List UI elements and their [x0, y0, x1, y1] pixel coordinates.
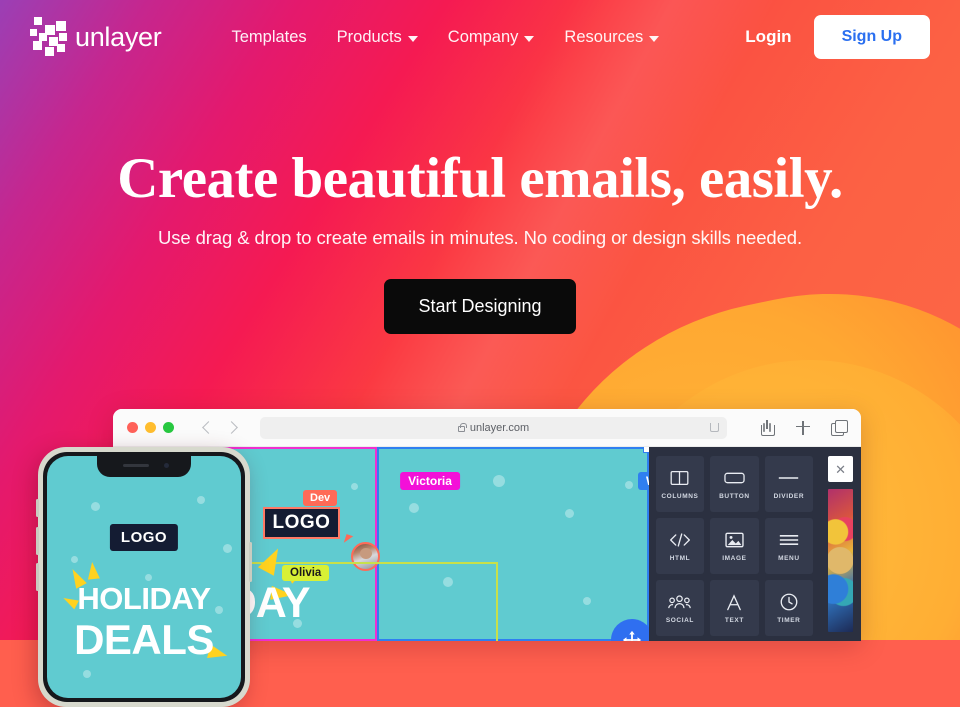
- plus-icon[interactable]: [795, 420, 811, 436]
- nav-label-templates: Templates: [231, 27, 307, 46]
- nav-item-resources[interactable]: Resources: [564, 27, 660, 47]
- tool-html[interactable]: HTML: [655, 518, 705, 574]
- tool-image[interactable]: IMAGE: [710, 518, 759, 574]
- tool-menu[interactable]: MENU: [764, 518, 814, 574]
- chevron-right-icon[interactable]: [225, 421, 238, 434]
- login-link[interactable]: Login: [745, 27, 791, 47]
- address-bar-url: unlayer.com: [469, 421, 530, 434]
- page-title: Create beautiful emails, easily.: [117, 147, 843, 210]
- close-icon[interactable]: ✕: [835, 463, 846, 476]
- phone-mockup: LOGO HOLIDAY DEALS: [36, 447, 252, 707]
- tool-label-social: SOCIAL: [665, 616, 694, 624]
- nav-label-company: Company: [447, 27, 519, 46]
- move-arrows-icon: [622, 630, 642, 641]
- button-icon: [724, 469, 745, 488]
- tool-text[interactable]: TEXT: [710, 580, 759, 636]
- unlayer-squares-logo-icon: [30, 17, 67, 57]
- search-field-wrapper[interactable]: ✕: [828, 456, 853, 482]
- tool-social[interactable]: SOCIAL: [655, 580, 705, 636]
- nav-item-products[interactable]: Products: [337, 28, 418, 47]
- canvas-logo-text: LOGO: [272, 512, 331, 533]
- browser-address-bar[interactable]: unlayer.com: [260, 416, 727, 439]
- address-bar-share-icon[interactable]: [710, 423, 719, 432]
- canvas-logo-block[interactable]: LOGO: [263, 507, 340, 539]
- editor-right-panel: ✕: [820, 447, 861, 641]
- tool-label-text: TEXT: [724, 616, 744, 624]
- tool-timer[interactable]: TIMER: [764, 580, 814, 636]
- chevron-down-icon: [524, 35, 535, 42]
- nav-label-resources: Resources: [564, 27, 644, 46]
- browser-navigation-arrows: [202, 421, 238, 434]
- chevron-down-icon: [649, 35, 660, 42]
- phone-logo-badge: LOGO: [109, 524, 179, 551]
- maximize-window-button[interactable]: [163, 422, 174, 433]
- tabs-icon[interactable]: [831, 419, 848, 436]
- tool-label-columns: COLUMNS: [661, 492, 699, 500]
- nav-item-templates[interactable]: Templates: [231, 28, 306, 47]
- editor-tools-panel: COLUMNS BUTTON DIVIDER HTML IMAGE MENU S…: [648, 447, 821, 641]
- lock-icon: [457, 422, 467, 432]
- brand-logo[interactable]: unlayer: [30, 17, 162, 57]
- tool-label-button: BUTTON: [719, 492, 750, 500]
- columns-icon: [670, 469, 689, 488]
- phone-speaker: [123, 464, 149, 467]
- chevron-down-icon: [407, 35, 418, 42]
- tool-label-divider: DIVIDER: [773, 492, 805, 500]
- clock-icon: [780, 593, 798, 612]
- primary-nav-links: Templates Products Company Resources: [231, 27, 660, 47]
- collaborator-tag-dev: Dev: [303, 490, 338, 506]
- divider-icon: [778, 469, 799, 488]
- sign-up-button[interactable]: Sign Up: [813, 15, 930, 59]
- phone-volume-up-button: [36, 527, 39, 555]
- collaborator-tag-william: William: [638, 472, 649, 490]
- phone-power-button: [249, 542, 252, 582]
- tool-columns[interactable]: COLUMNS: [655, 456, 705, 512]
- tool-label-html: HTML: [669, 554, 691, 562]
- tool-button[interactable]: BUTTON: [710, 456, 759, 512]
- phone-camera-icon: [164, 463, 169, 468]
- code-icon: [669, 531, 691, 550]
- phone-bezel: LOGO HOLIDAY DEALS: [43, 452, 245, 702]
- share-icon[interactable]: [759, 419, 775, 436]
- phone-ray-icon: [61, 593, 79, 610]
- phone-mute-button: [36, 499, 39, 517]
- hero-section: Create beautiful emails, easily. Use dra…: [0, 150, 960, 334]
- social-people-icon: [668, 593, 692, 612]
- window-controls: [127, 422, 174, 433]
- tool-label-image: IMAGE: [722, 554, 747, 562]
- start-designing-button[interactable]: Start Designing: [384, 279, 576, 334]
- collaborator-cursor-icon: [343, 534, 354, 545]
- nav-label-products: Products: [336, 27, 402, 46]
- collaborator-tag-victoria: Victoria: [400, 472, 460, 490]
- brand-name: unlayer: [75, 21, 162, 52]
- chevron-left-icon[interactable]: [202, 421, 215, 434]
- phone-ray-icon: [86, 561, 100, 580]
- letter-a-icon: [726, 593, 742, 612]
- phone-headline-line1: HOLIDAY: [77, 581, 211, 616]
- move-block-handle[interactable]: [611, 619, 649, 641]
- minimize-window-button[interactable]: [145, 422, 156, 433]
- close-window-button[interactable]: [127, 422, 138, 433]
- hero-subtitle: Use drag & drop to create emails in minu…: [157, 227, 803, 248]
- address-bar-content: unlayer.com: [457, 421, 530, 434]
- nav-actions: Login Sign Up: [745, 15, 930, 59]
- image-icon: [725, 531, 744, 550]
- phone-notch: [97, 456, 191, 477]
- nav-item-company[interactable]: Company: [448, 28, 535, 47]
- image-preview-thumbnail[interactable]: [828, 489, 853, 632]
- tool-label-timer: TIMER: [777, 616, 801, 624]
- tool-divider[interactable]: DIVIDER: [764, 456, 814, 512]
- resize-handle[interactable]: [642, 447, 649, 453]
- phone-screen: LOGO HOLIDAY DEALS: [47, 456, 241, 698]
- browser-toolbar-icons: [759, 419, 848, 436]
- top-navigation-bar: unlayer Templates Products Company Resou…: [0, 0, 960, 74]
- tool-label-menu: MENU: [778, 554, 800, 562]
- collaborator-tag-olivia: Olivia: [282, 565, 330, 581]
- hamburger-icon: [779, 531, 799, 550]
- browser-chrome-bar: unlayer.com: [113, 409, 861, 447]
- phone-headline-line2: DEALS: [74, 616, 214, 663]
- phone-volume-down-button: [36, 563, 39, 591]
